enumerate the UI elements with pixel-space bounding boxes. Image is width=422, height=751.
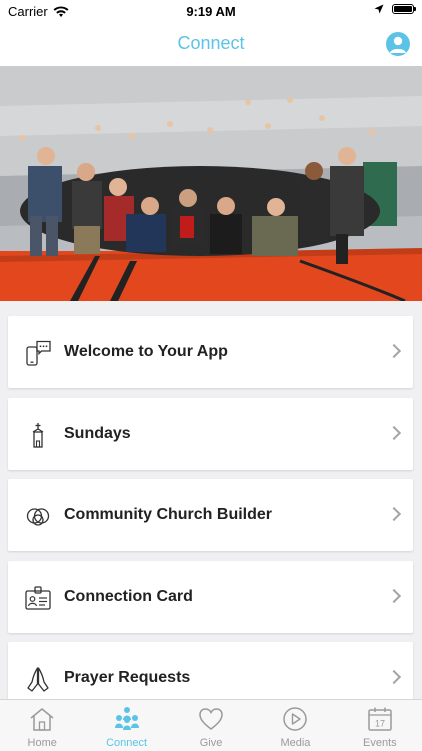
menu-item-sundays[interactable]: Sundays — [8, 397, 413, 470]
status-time: 9:19 AM — [186, 4, 236, 19]
id-card-icon — [25, 585, 51, 610]
calendar-day-number: 17 — [375, 719, 385, 729]
bottom-tab-bar: Home Connect Give Media 17 Events — [0, 699, 422, 751]
tab-home[interactable]: Home — [0, 700, 84, 751]
home-icon — [30, 708, 54, 731]
church-icon — [32, 422, 44, 448]
status-bar: Carrier 9:19 AM — [0, 0, 422, 22]
page-title: Connect — [177, 33, 245, 53]
tab-give[interactable]: Give — [169, 700, 253, 751]
heart-icon — [199, 708, 223, 730]
play-icon — [283, 707, 308, 731]
location-arrow-icon — [374, 4, 384, 14]
people-icon — [114, 707, 139, 730]
calendar-icon: 17 — [368, 707, 392, 731]
chevron-right-icon — [386, 343, 402, 359]
profile-avatar-button[interactable] — [386, 32, 410, 56]
tab-events[interactable]: 17 Events — [338, 700, 422, 751]
chevron-right-icon — [386, 669, 402, 685]
chevron-right-icon — [386, 425, 402, 440]
praying-hands-icon — [27, 667, 49, 692]
top-navigation-bar: Connect — [0, 22, 422, 66]
tab-label: Media — [280, 737, 311, 749]
chevron-right-icon — [386, 506, 402, 522]
chevron-right-icon — [386, 588, 402, 603]
tab-label: Home — [27, 737, 57, 749]
hero-group-photo — [0, 66, 422, 301]
battery-icon — [392, 4, 416, 14]
menu-item-label: Welcome to Your App — [64, 343, 228, 360]
status-right — [374, 4, 416, 14]
tab-label: Connect — [106, 737, 148, 749]
menu-item-community-church-builder[interactable]: Community Church Builder — [8, 479, 413, 551]
tab-connect[interactable]: Connect — [84, 700, 168, 751]
phone-chat-icon — [26, 340, 51, 366]
menu-item-connection-card[interactable]: Connection Card — [8, 560, 413, 633]
menu-item-label: Community Church Builder — [64, 506, 273, 523]
tab-media[interactable]: Media — [253, 700, 337, 751]
menu-item-label: Prayer Requests — [64, 669, 191, 686]
tab-label: Events — [363, 737, 397, 749]
user-icon — [390, 36, 406, 53]
group-photo-image — [0, 66, 422, 301]
menu-item-welcome[interactable]: Welcome to Your App — [8, 316, 413, 388]
menu-item-label: Connection Card — [64, 587, 193, 605]
tab-label: Give — [199, 737, 223, 749]
connect-menu-list: Welcome to Your App Sundays Community Ch… — [8, 316, 413, 724]
overlapping-circles-icon — [26, 508, 50, 526]
menu-item-label: Sundays — [64, 424, 131, 442]
